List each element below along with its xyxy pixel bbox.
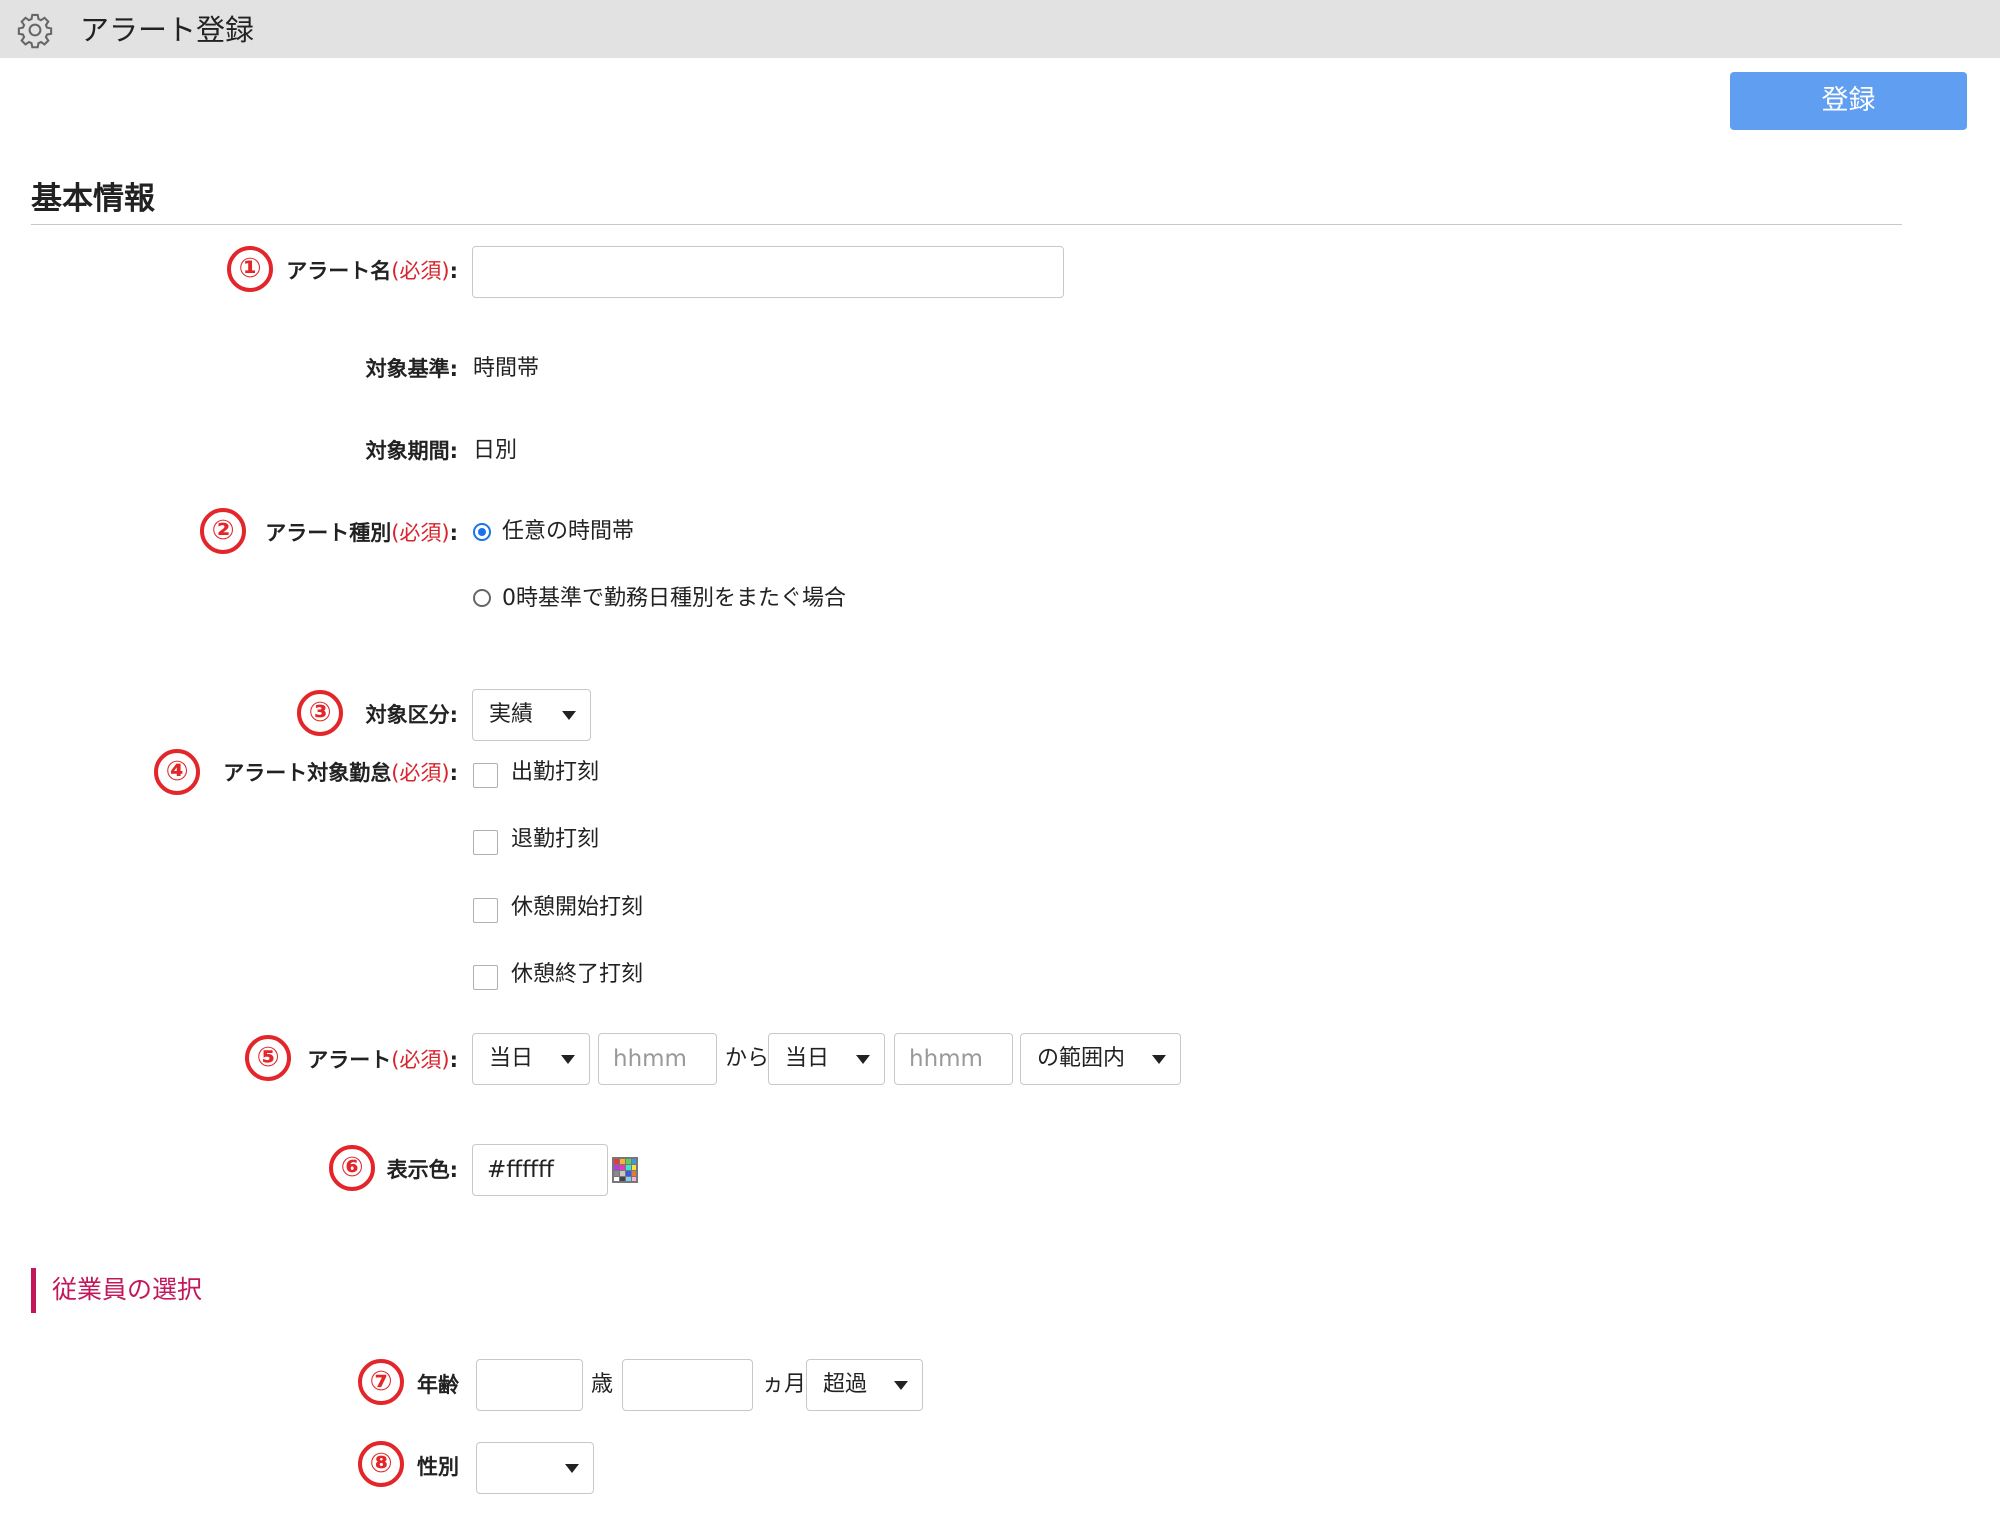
section-heading-employee-selection: 従業員の選択 [52,1275,203,1304]
target-period-value: 日別 [473,438,518,463]
range-mode-select[interactable]: の範囲内 [1020,1033,1181,1085]
dropdown-caret-icon [894,1381,908,1390]
attendance-option-label: 休憩終了打刻 [511,962,644,987]
to-day-value: 当日 [785,1046,830,1071]
dropdown-caret-icon [565,1464,579,1473]
alert-name-label: アラート名(必須): [286,259,458,283]
target-category-label: 対象区分: [365,703,458,727]
window-title: アラート登録 [80,13,255,47]
step-marker-7: ⑦ [358,1359,404,1405]
alert-name-input[interactable] [472,246,1064,298]
to-day-select[interactable]: 当日 [768,1033,885,1085]
attendance-option-label: 退勤打刻 [511,827,600,852]
dropdown-caret-icon [562,711,576,720]
target-category-select[interactable]: 実績 [472,689,591,741]
required-marker: (必須) [391,1048,450,1072]
age-years-unit: 歳 [591,1372,614,1397]
dropdown-caret-icon [561,1055,575,1064]
from-time-input[interactable] [598,1033,717,1085]
age-comparison-select[interactable]: 超過 [806,1359,923,1411]
alert-type-label: アラート種別(必須): [265,521,458,545]
title-bar [0,0,2000,58]
dropdown-caret-icon [1152,1055,1166,1064]
target-period-label: 対象期間: [365,439,458,463]
section-divider [31,224,1902,225]
gear-icon[interactable] [16,11,54,49]
attendance-option-label: 休憩開始打刻 [511,895,644,920]
target-attendance-label: アラート対象勤怠(必須): [223,761,458,785]
from-text: から [725,1046,770,1071]
section-accent-bar [31,1268,36,1313]
age-years-input[interactable] [476,1359,583,1411]
age-months-input[interactable] [622,1359,753,1411]
step-marker-2: ② [200,508,246,554]
display-color-input[interactable] [472,1144,608,1196]
from-day-value: 当日 [489,1046,534,1071]
step-marker-1: ① [227,246,273,292]
register-button[interactable]: 登録 [1730,72,1967,130]
step-marker-4: ④ [154,749,200,795]
step-marker-8: ⑧ [358,1441,404,1487]
required-marker: (必須) [391,761,450,785]
section-heading-basic-info: 基本情報 [31,181,155,217]
checkbox-break-end[interactable] [473,965,498,990]
from-day-select[interactable]: 当日 [472,1033,590,1085]
alert-type-option-label: 任意の時間帯 [502,519,635,544]
target-basis-label: 対象基準: [365,357,458,381]
attendance-option-label: 出勤打刻 [511,760,600,785]
step-marker-3: ③ [297,690,343,736]
required-marker: (必須) [391,259,450,283]
color-palette-icon[interactable] [612,1157,638,1183]
age-months-unit: ヵ月 [762,1372,807,1397]
alert-range-label: アラート(必須): [307,1048,458,1072]
dropdown-caret-icon [856,1055,870,1064]
required-marker: (必須) [391,521,450,545]
step-marker-6: ⑥ [329,1145,375,1191]
alert-type-option-label: 0時基準で勤務日種別をまたぐ場合 [502,586,846,611]
to-time-input[interactable] [894,1033,1013,1085]
alert-type-radio-cross-day[interactable] [473,589,491,607]
gender-label: 性別 [417,1455,459,1479]
age-comparison-value: 超過 [823,1372,868,1397]
step-marker-5: ⑤ [245,1035,291,1081]
target-category-value: 実績 [489,702,534,727]
display-color-label: 表示色: [386,1158,458,1182]
checkbox-clock-out[interactable] [473,830,498,855]
checkbox-break-start[interactable] [473,898,498,923]
age-label: 年齢 [417,1373,459,1397]
gender-select[interactable] [476,1442,594,1494]
range-mode-value: の範囲内 [1037,1046,1126,1071]
target-basis-value: 時間帯 [473,356,540,381]
checkbox-clock-in[interactable] [473,763,498,788]
alert-type-radio-any[interactable] [473,523,491,541]
